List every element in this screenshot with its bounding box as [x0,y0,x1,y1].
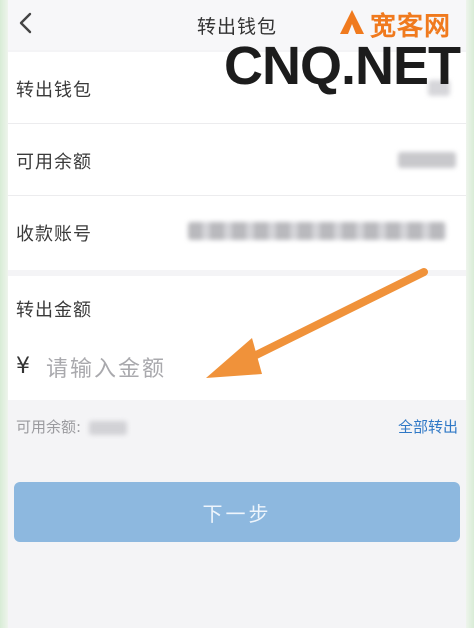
available-balance-redacted [89,420,128,435]
available-balance-line: 可用余额: [16,416,128,437]
available-balance-label: 可用余额: [16,418,82,436]
amount-label: 转出金额 [16,300,92,321]
photo-edge-left [0,0,8,628]
balance-row: 可用余额 [8,124,466,196]
wallet-row-label: 转出钱包 [16,80,92,101]
account-value-redacted [188,222,446,240]
account-row-label: 收款账号 [16,224,92,245]
transfer-all-link[interactable]: 全部转出 [398,416,458,437]
currency-symbol: ¥ [16,354,30,379]
watermark-en-text: CNQ.NET [224,36,461,96]
amount-card: 转出金额 ¥ [8,276,466,400]
next-button[interactable]: 下一步 [14,482,460,542]
watermark-logo-icon [340,10,364,34]
balance-row-label: 可用余额 [16,152,92,173]
amount-input[interactable] [44,350,348,388]
account-row: 收款账号 [8,196,466,268]
watermark: 宽客网 CNQ.NET [222,0,474,104]
balance-value-redacted [398,152,456,168]
